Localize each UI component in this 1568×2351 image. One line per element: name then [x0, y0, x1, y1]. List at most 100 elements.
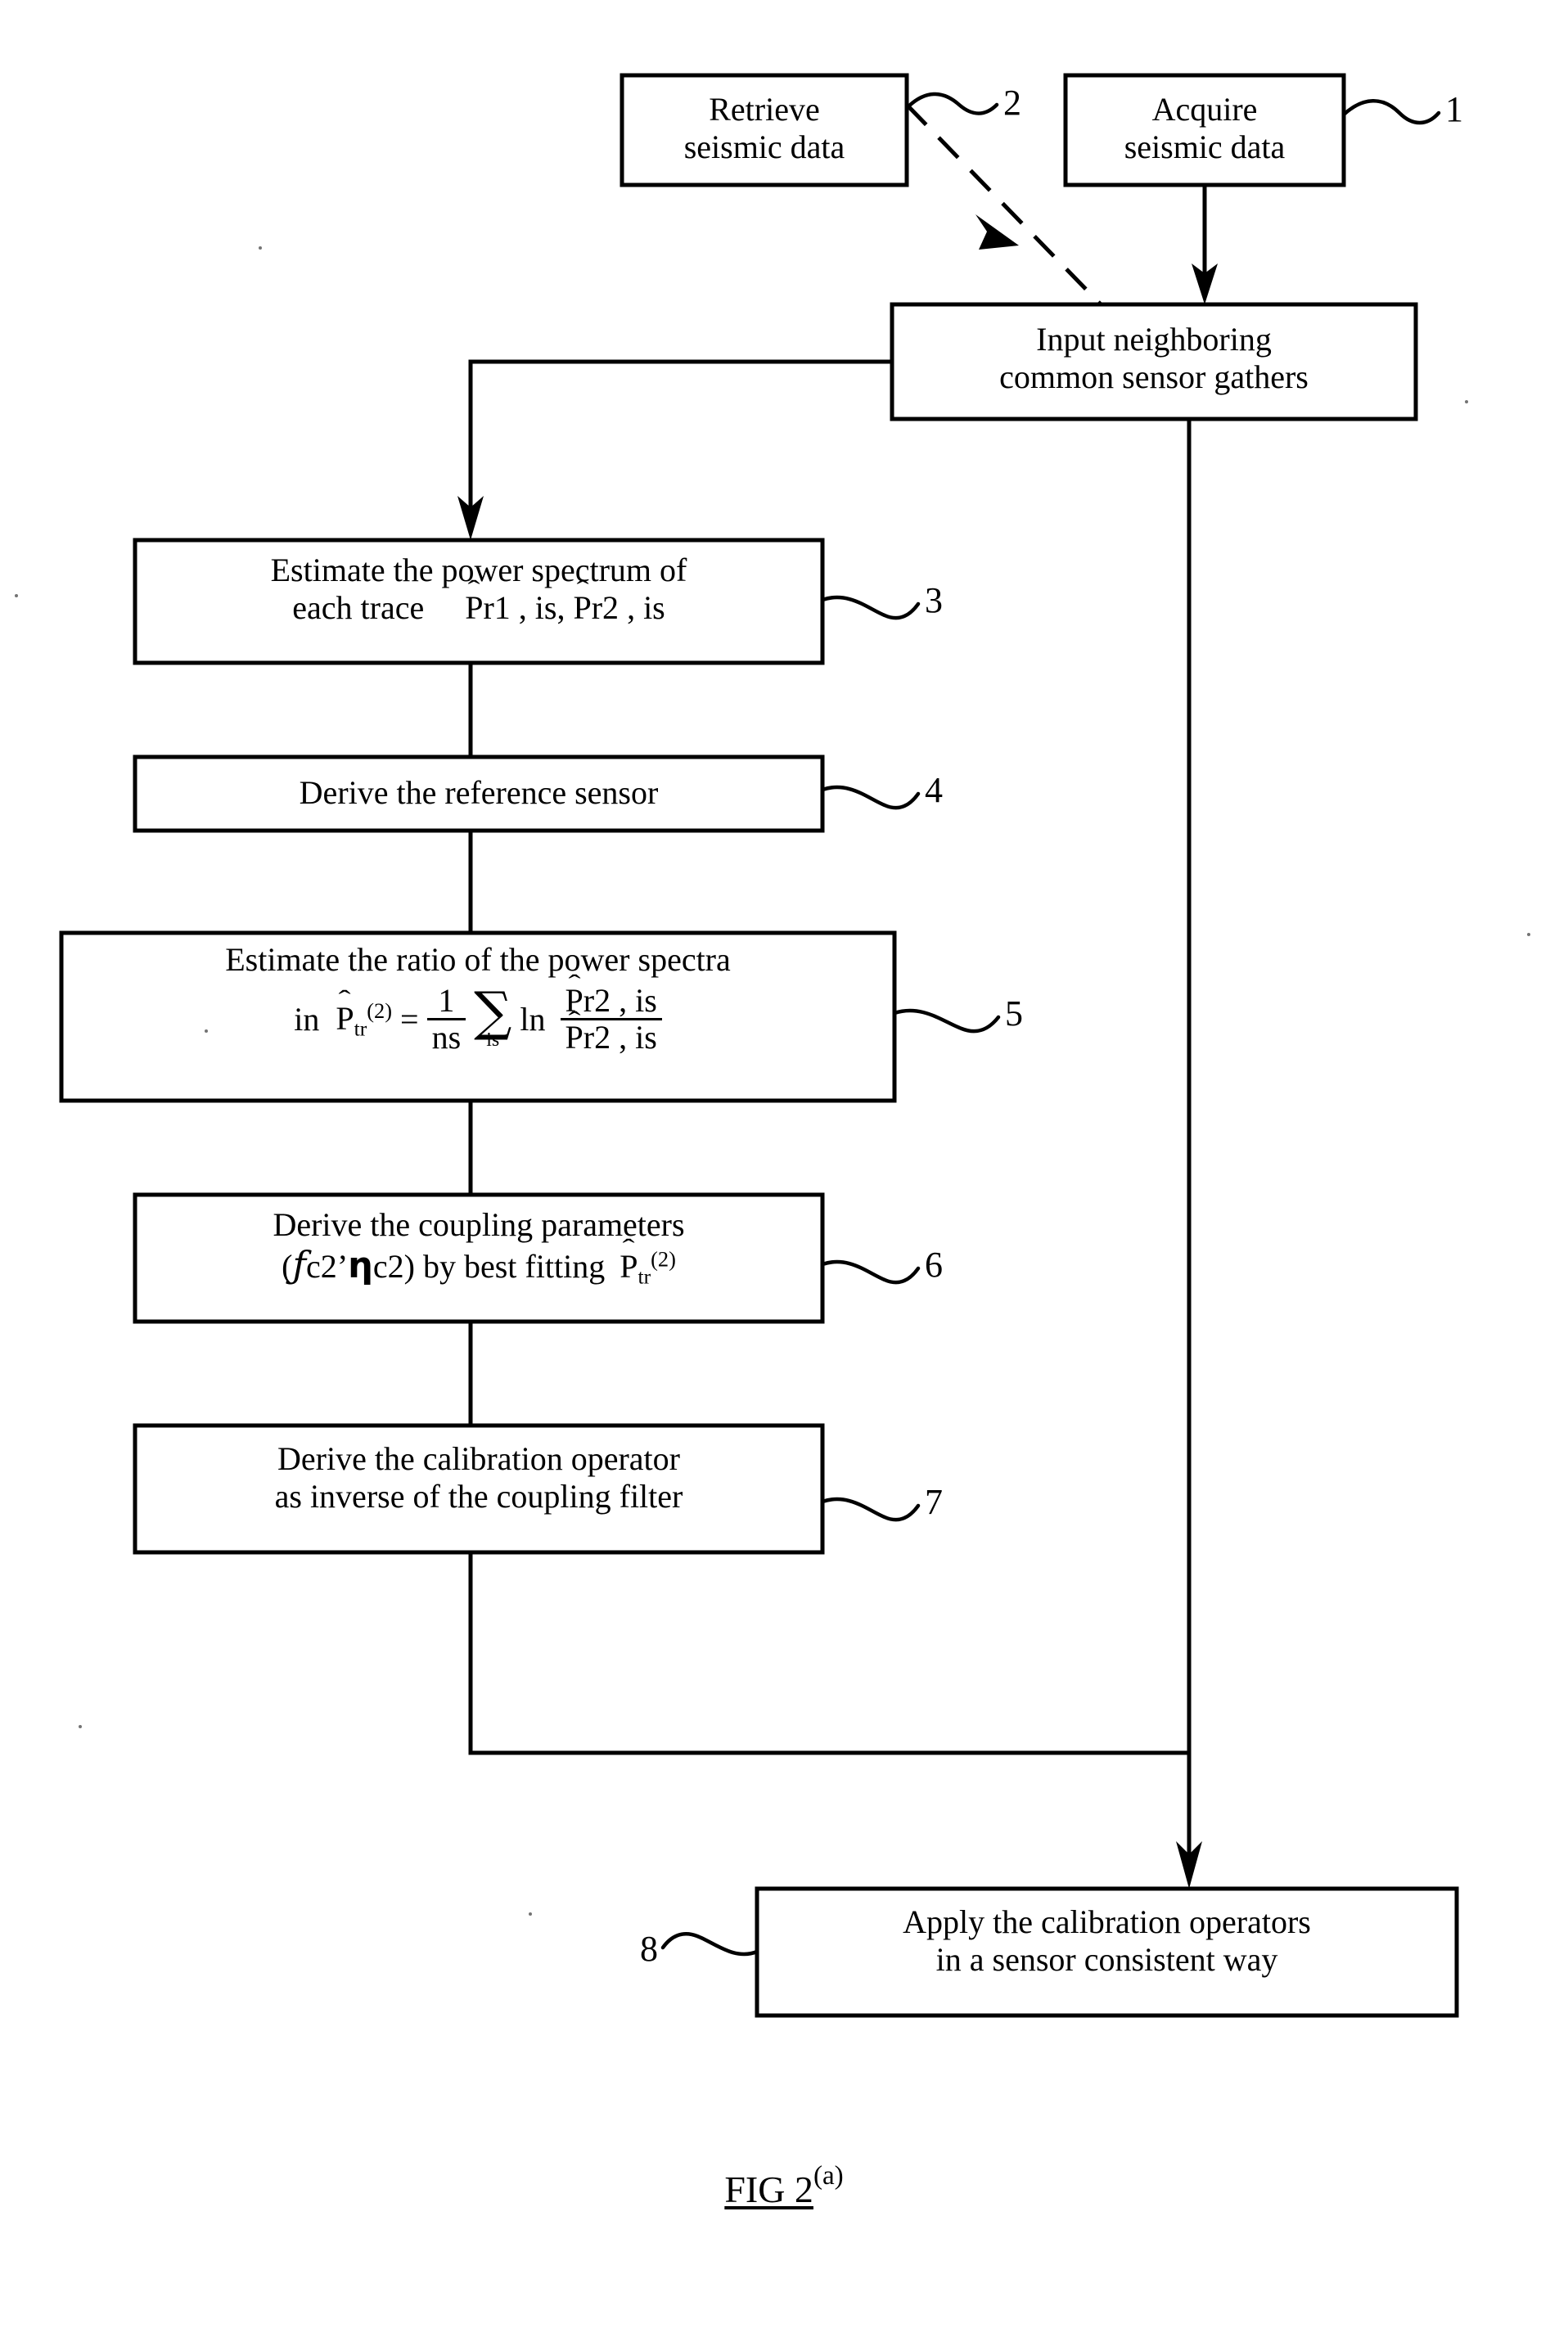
connector-box7-return-to-main	[468, 1552, 1189, 1755]
patent-figure: Retrieve seismic data Acquire seismic da…	[0, 0, 1568, 2351]
ratio-denominator: ˆ Pr2 , is	[560, 1006, 662, 1056]
label-input-common-sensor-gathers: Input neighboring common sensor gathers	[892, 321, 1416, 397]
script-f-icon: ƒ	[292, 1243, 307, 1287]
scan-speck	[1527, 933, 1530, 936]
reference-numeral-4: 4	[925, 770, 943, 810]
label-apply-calibration-operators: Apply the calibration operators in a sen…	[757, 1903, 1457, 1979]
eta-icon: η	[348, 1245, 373, 1287]
label-estimate-ratio-power-spectra: Estimate the ratio of the power spectra …	[61, 941, 894, 1055]
retrieve-line-2: seismic data	[683, 128, 845, 166]
scan-speck	[529, 1912, 532, 1916]
lead-line-ref-5	[892, 1008, 1001, 1034]
superscript-2: (2)	[367, 998, 392, 1023]
box7-line-1: Derive the calibration operator	[277, 1440, 680, 1477]
subscript-tr-2: tr	[638, 1265, 651, 1290]
lead-line-ref-2	[904, 92, 999, 115]
scan-speck	[259, 246, 262, 250]
param1-subscript: c2	[306, 1248, 337, 1286]
comma-3: ,	[627, 589, 636, 627]
box5-formula-row: in ˆ Ptr(2) = 1 ns ∑ is ln ˆ Pr2 , is ˆ Pr2…	[61, 971, 894, 1056]
sigma-icon: ∑	[474, 981, 512, 1043]
index-is-1: is	[534, 589, 557, 627]
lead-line-ref-7	[820, 1497, 921, 1522]
p-hat-den-symbol: ˆP	[565, 1006, 583, 1056]
circumflex-icon: ˆ	[576, 574, 589, 604]
reference-numeral-3: 3	[925, 580, 943, 620]
input-line-2: common sensor gathers	[999, 358, 1309, 396]
comma-1: ,	[518, 589, 527, 627]
label-derive-calibration-operator: Derive the calibration operator as inver…	[135, 1440, 822, 1516]
lead-line-ref-6	[820, 1259, 921, 1285]
arrowhead-retrieve-to-input	[975, 214, 1019, 250]
p-hat-r1-symbol: ˆP	[465, 574, 484, 627]
formula-ratio-power-spectra: in ˆ Ptr(2) = 1 ns ∑ is ln ˆ Pr2 , is ˆ Pr2…	[294, 971, 662, 1056]
input-line-1: Input neighboring	[1036, 321, 1272, 358]
connector-input-to-estimate-power-spectrum	[468, 359, 892, 520]
circumflex-icon: ˆ	[338, 984, 351, 1014]
acquire-line-1: Acquire	[1151, 91, 1258, 128]
lead-line-ref-4	[820, 785, 921, 810]
reference-numeral-7: 7	[925, 1482, 943, 1522]
scan-speck	[79, 1725, 82, 1728]
scan-speck	[15, 594, 18, 597]
box6-line2-rest: by best fitting	[422, 1248, 606, 1286]
formula-coefficient-fraction: 1 ns	[426, 982, 466, 1055]
coefficient-denominator: ns	[426, 1018, 466, 1055]
box5-line-1: Estimate the ratio of the power spectra	[225, 941, 731, 978]
lead-line-ref-8	[660, 1932, 759, 1957]
p-hat-tr-symbol: ˆP	[336, 984, 354, 1037]
reference-numeral-8: 8	[640, 1929, 658, 1969]
formula-equals: =	[400, 1000, 419, 1038]
reference-numeral-5: 5	[1005, 993, 1023, 1034]
formula-prefix-in: in	[294, 1000, 320, 1038]
summation-index: is	[486, 1029, 500, 1051]
subscript-r1: r1	[483, 589, 511, 627]
label-derive-coupling-parameters: Derive the coupling parameters (ƒc2’ηc2)…	[135, 1206, 822, 1290]
paren-open: (	[282, 1248, 293, 1286]
circumflex-icon: ˆ	[568, 969, 581, 998]
paren-close: )	[403, 1248, 415, 1286]
label-estimate-power-spectrum: Estimate the power spectrum of each trac…	[135, 552, 822, 628]
p-hat-r2-symbol: ˆP	[573, 574, 592, 627]
formula-log: ln	[520, 1000, 546, 1038]
scan-speck	[205, 1029, 208, 1033]
box4-line-1: Derive the reference sensor	[299, 774, 659, 811]
figure-caption-main: FIG 2	[724, 2168, 813, 2210]
lead-line-ref-1	[1341, 99, 1441, 125]
p-hat-tr-symbol-2: ˆP	[620, 1233, 638, 1286]
scan-speck	[1465, 400, 1468, 403]
label-derive-reference-sensor: Derive the reference sensor	[135, 774, 822, 812]
label-acquire-seismic-data: Acquire seismic data	[1066, 91, 1344, 167]
param-separator: ’	[336, 1248, 349, 1286]
box3-line-2: each trace ˆ Pr1 , is, ˆ Pr2 , is	[135, 574, 822, 627]
box7-line-2: as inverse of the coupling filter	[274, 1478, 683, 1516]
circumflex-icon: ˆ	[467, 574, 480, 604]
comma-2: ,	[556, 589, 565, 627]
box6-line-2: (ƒc2’ηc2) by best fitting ˆ Ptr(2)	[135, 1233, 822, 1289]
box3-line2-prefix: each trace	[292, 589, 425, 627]
subscript-tr: tr	[354, 1016, 367, 1041]
lead-line-ref-3	[820, 595, 921, 620]
reference-numeral-1: 1	[1445, 89, 1463, 129]
figure-caption: FIG 2(a)	[0, 2160, 1568, 2211]
box6-math: ˆ Ptr(2)	[620, 1233, 676, 1289]
box8-line-2: in a sensor consistent way	[935, 1941, 1278, 1979]
figure-caption-superscript: (a)	[813, 2160, 844, 2191]
retrieve-line-1: Retrieve	[709, 91, 820, 128]
superscript-2b: (2)	[651, 1246, 676, 1272]
subscript-r2: r2	[591, 589, 620, 627]
coefficient-numerator: 1	[438, 982, 455, 1020]
circumflex-icon: ˆ	[568, 1006, 581, 1035]
box8-line-1: Apply the calibration operators	[903, 1903, 1311, 1940]
reference-numeral-6: 6	[925, 1245, 943, 1285]
param2-subscript: c2	[372, 1248, 404, 1286]
summation-operator: ∑ is	[474, 981, 512, 1051]
label-retrieve-seismic-data: Retrieve seismic data	[622, 91, 907, 167]
acquire-line-2: seismic data	[1124, 128, 1286, 166]
circumflex-icon: ˆ	[622, 1233, 635, 1263]
index-is-2: is	[643, 589, 665, 627]
reference-numeral-2: 2	[1003, 83, 1021, 123]
box6-line-1: Derive the coupling parameters	[273, 1206, 685, 1243]
formula-lhs: ˆ Ptr(2)	[336, 984, 392, 1041]
formula-spectra-ratio: ˆ Pr2 , is ˆ Pr2 , is	[560, 971, 662, 1056]
